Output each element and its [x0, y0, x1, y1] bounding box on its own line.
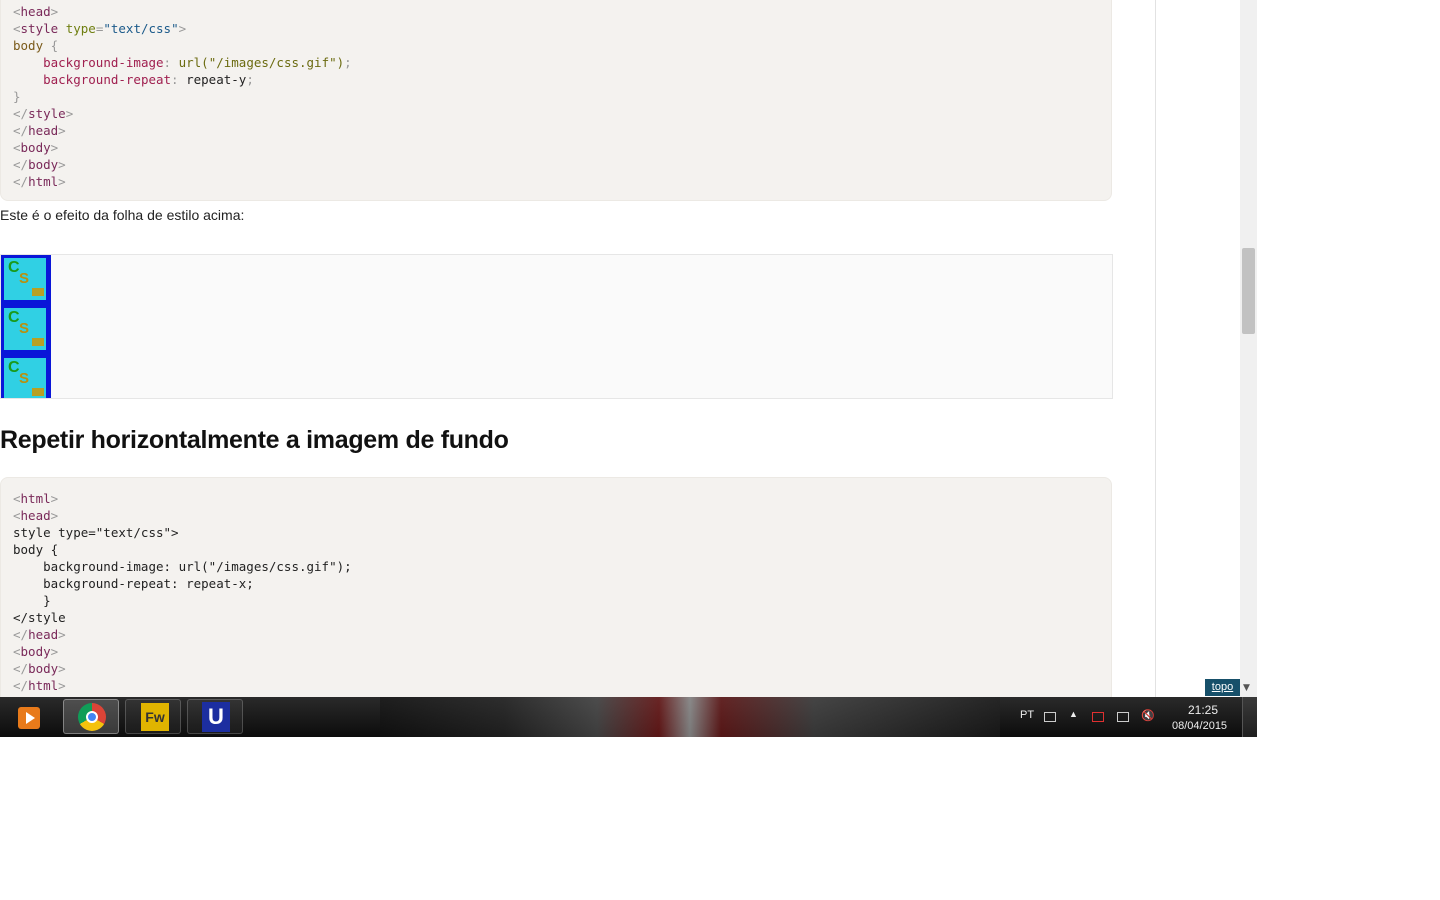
code-line: }: [13, 593, 51, 608]
clock-time[interactable]: 21:25: [1188, 703, 1218, 717]
back-to-top-link[interactable]: topo: [1205, 679, 1240, 696]
media-player-icon[interactable]: [18, 707, 40, 729]
code-line: </body>: [13, 157, 66, 172]
tile-letter: S: [19, 320, 30, 337]
tile-letter: S: [19, 270, 30, 287]
tile-letter: C: [8, 359, 20, 376]
code-line: <head>: [13, 4, 59, 19]
code-line: <body>: [13, 140, 59, 155]
code-line: </html>: [13, 678, 66, 693]
code-line: background-repeat: repeat-x;: [13, 576, 254, 591]
browser-viewport: <head> <style type="text/css"> body { ba…: [0, 0, 1240, 697]
code-line: <body>: [13, 644, 59, 659]
code-line: background-repeat: repeat-y;: [43, 72, 254, 87]
code-line: </body>: [13, 661, 66, 676]
show-hidden-icons-icon[interactable]: ▲: [1069, 709, 1078, 719]
keyboard-icon[interactable]: [1044, 712, 1056, 722]
code-line: background-image: url("/images/css.gif")…: [43, 55, 352, 70]
code-line: }: [13, 89, 21, 104]
css-background-image-strip: C S C S C S: [1, 255, 51, 398]
tile-square: [32, 288, 44, 296]
code-line: body {: [13, 38, 59, 53]
tile-square: [32, 388, 44, 396]
vertical-scrollbar[interactable]: [1240, 0, 1257, 697]
code-line: style type="text/css">: [13, 525, 179, 540]
taskbar-wallpaper: [380, 697, 1000, 737]
css-gif-tile: C S: [4, 358, 46, 398]
fireworks-icon[interactable]: Fw: [141, 703, 169, 731]
sidebar-divider: [1155, 0, 1156, 697]
network-icon[interactable]: [1117, 712, 1129, 722]
tile-letter: C: [8, 309, 20, 326]
tile-letter: S: [19, 370, 30, 387]
code-line: background-image: url("/images/css.gif")…: [13, 559, 352, 574]
code-block-repeat-y: <head> <style type="text/css"> body { ba…: [0, 0, 1112, 201]
chrome-icon[interactable]: [78, 703, 106, 731]
css-gif-tile: C S: [4, 308, 46, 350]
clock-date[interactable]: 08/04/2015: [1172, 720, 1227, 732]
volume-muted-icon[interactable]: 🔇: [1141, 709, 1155, 722]
effect-paragraph: Este é o efeito da folha de estilo acima…: [0, 207, 245, 223]
demo-result-box: C S C S C S: [0, 254, 1113, 399]
u-app-icon[interactable]: U: [202, 702, 230, 732]
show-desktop-button[interactable]: [1242, 697, 1257, 737]
code-line: </style>: [13, 106, 74, 121]
code-block-repeat-x: <html> <head> style type="text/css"> bod…: [0, 477, 1112, 697]
language-indicator[interactable]: PT: [1020, 709, 1034, 721]
code-line: body {: [13, 542, 59, 557]
code-line: </head>: [13, 123, 66, 138]
tile-letter: C: [8, 259, 20, 276]
tile-square: [32, 338, 44, 346]
code-line: </style: [13, 610, 66, 625]
code-line: </html>: [13, 174, 66, 189]
css-gif-tile: C S: [4, 258, 46, 300]
code-line: <head>: [13, 508, 59, 523]
code-line: <style type="text/css">: [13, 21, 187, 36]
code-line: </head>: [13, 627, 66, 642]
action-center-icon[interactable]: [1092, 712, 1104, 722]
scroll-down-arrow-icon[interactable]: ▼: [1243, 683, 1250, 693]
scrollbar-thumb[interactable]: [1242, 248, 1255, 334]
section-heading: Repetir horizontalmente a imagem de fund…: [0, 426, 509, 454]
code-line: <html>: [13, 491, 59, 506]
